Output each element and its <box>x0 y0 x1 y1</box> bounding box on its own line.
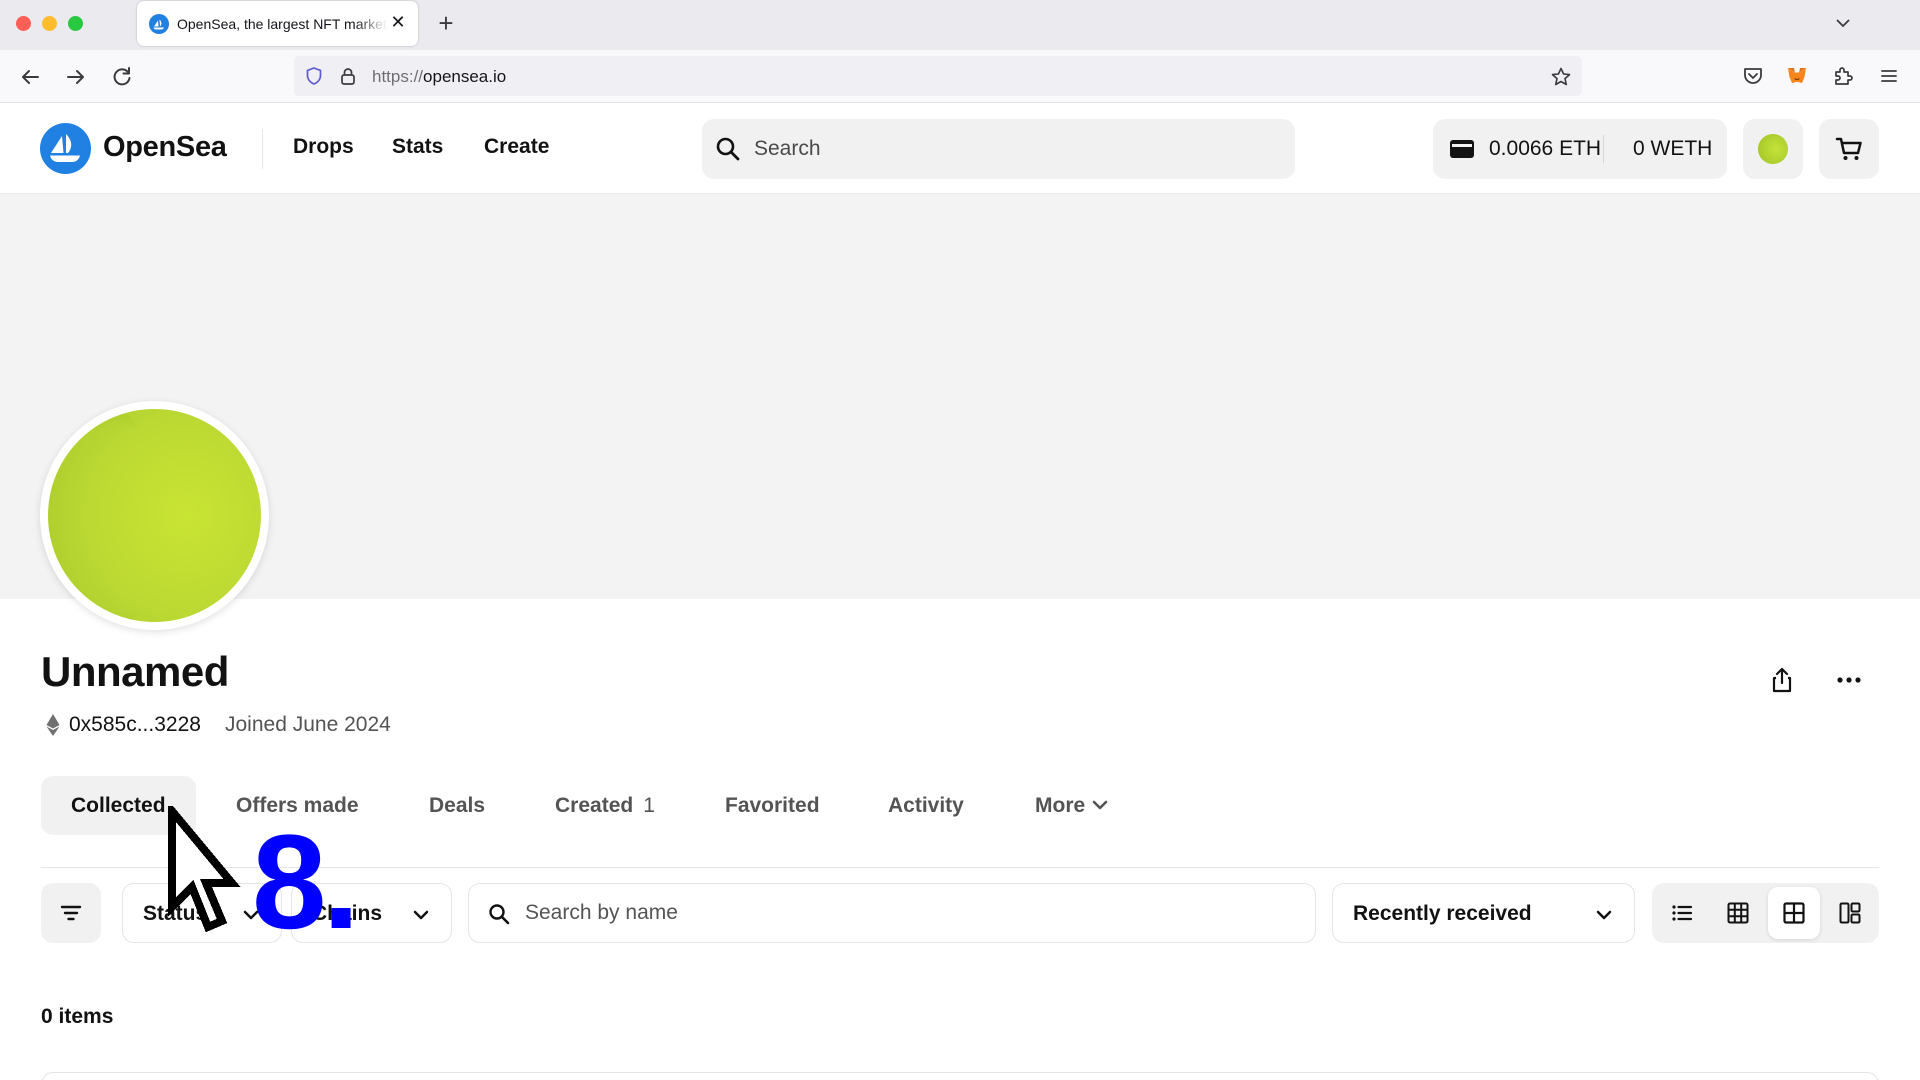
bookmark-star-icon[interactable] <box>1550 66 1572 88</box>
browser-tab-bar: OpenSea, the largest NFT marketplace ✕ + <box>0 0 1920 50</box>
tab-created[interactable]: Created 1 <box>555 776 655 835</box>
grid-view-button[interactable] <box>1768 887 1820 939</box>
profile-banner <box>0 194 1920 599</box>
dense-grid-icon <box>1727 902 1749 924</box>
browser-tab-title: OpenSea, the largest NFT marketplace <box>177 16 387 32</box>
tab-activity-label: Activity <box>888 794 964 817</box>
chevron-down-icon <box>1092 800 1108 810</box>
view-mode-toggle-group <box>1652 883 1879 943</box>
filter-icon <box>60 905 82 921</box>
dense-grid-view-button[interactable] <box>1712 887 1764 939</box>
avatar-shading <box>48 409 168 622</box>
chevron-down-icon <box>1596 910 1612 920</box>
profile-avatar-image <box>48 409 261 622</box>
url-protocol: https:// <box>372 67 424 86</box>
zoom-window-button[interactable] <box>68 16 83 31</box>
tab-favorited[interactable]: Favorited <box>725 776 820 835</box>
more-options-icon[interactable] <box>1834 666 1864 694</box>
opensea-favicon-icon <box>149 14 169 34</box>
tab-more[interactable]: More <box>1035 776 1109 835</box>
shopping-cart-icon <box>1835 137 1862 160</box>
header-search-input[interactable] <box>754 119 1274 179</box>
tab-favorited-label: Favorited <box>725 794 820 817</box>
wallet-balance-pill[interactable]: 0.0066 ETH 0 WETH <box>1433 119 1727 179</box>
back-arrow-icon[interactable] <box>16 63 44 91</box>
close-tab-icon[interactable]: ✕ <box>388 12 408 32</box>
tab-more-label: More <box>1035 794 1086 817</box>
share-icon[interactable] <box>1768 666 1796 694</box>
browser-tab-opensea[interactable]: OpenSea, the largest NFT marketplace ✕ <box>137 1 418 46</box>
close-window-button[interactable] <box>16 16 31 31</box>
header-divider <box>262 129 263 169</box>
tab-collected-label: Collected <box>71 794 166 817</box>
tracking-protection-shield-icon[interactable] <box>304 66 324 86</box>
wallet-divider <box>1603 135 1604 163</box>
opensea-header: OpenSea Drops Stats Create 0.0066 ETH 0 … <box>0 103 1920 194</box>
eth-balance: 0.0066 ETH <box>1489 137 1602 160</box>
masonry-view-button[interactable] <box>1824 887 1876 939</box>
mouse-pointer-cursor-icon <box>168 806 241 933</box>
items-count: 0 items <box>41 1005 114 1028</box>
list-view-icon <box>1672 905 1693 921</box>
search-icon <box>716 137 740 161</box>
opensea-logo-icon[interactable] <box>40 123 91 174</box>
reload-icon[interactable] <box>108 63 136 91</box>
address-bar[interactable]: https://opensea.io <box>294 56 1582 96</box>
step-number-label: 8. <box>252 808 360 957</box>
lock-icon[interactable] <box>338 66 358 86</box>
search-icon <box>489 904 510 925</box>
nav-drops-link[interactable]: Drops <box>293 135 354 159</box>
minimize-window-button[interactable] <box>42 16 57 31</box>
list-all-tabs-icon[interactable] <box>1832 12 1854 34</box>
joined-date: Joined June 2024 <box>225 713 391 736</box>
new-tab-button[interactable]: + <box>433 10 459 36</box>
masonry-grid-icon <box>1839 902 1861 924</box>
sort-dropdown[interactable]: Recently received <box>1332 883 1635 943</box>
search-by-name-input[interactable] <box>525 884 1285 942</box>
nav-stats-link[interactable]: Stats <box>392 135 443 159</box>
search-by-name-box[interactable] <box>468 883 1316 943</box>
weth-balance: 0 WETH <box>1633 137 1713 160</box>
profile-name: Unnamed <box>41 648 229 695</box>
account-avatar-button[interactable] <box>1743 119 1803 179</box>
cart-button[interactable] <box>1819 119 1879 179</box>
profile-avatar <box>40 401 269 630</box>
avatar <box>1758 134 1788 164</box>
forward-arrow-icon[interactable] <box>62 63 90 91</box>
app-menu-hamburger-icon[interactable] <box>1877 64 1901 88</box>
nav-create-link[interactable]: Create <box>484 135 549 159</box>
pocket-icon[interactable] <box>1741 64 1765 88</box>
browser-navigation-bar: https://opensea.io <box>0 50 1920 103</box>
url-host: opensea.io <box>423 67 507 86</box>
extensions-puzzle-icon[interactable] <box>1831 64 1855 88</box>
sort-dropdown-label: Recently received <box>1353 902 1532 925</box>
wallet-icon <box>1450 140 1474 158</box>
grid-icon <box>1783 902 1805 924</box>
filter-toggle-button[interactable] <box>41 883 101 943</box>
metamask-fox-icon[interactable] <box>1785 64 1809 88</box>
tab-deals[interactable]: Deals <box>429 776 485 835</box>
chevron-down-icon <box>413 910 429 920</box>
tab-activity[interactable]: Activity <box>888 776 964 835</box>
wallet-address[interactable]: 0x585c...3228 <box>69 713 201 737</box>
results-container <box>41 1072 1879 1080</box>
list-view-button[interactable] <box>1656 887 1708 939</box>
url-text[interactable]: https://opensea.io <box>372 67 506 87</box>
tab-deals-label: Deals <box>429 794 486 817</box>
ethereum-icon <box>46 714 60 736</box>
tab-created-label: Created <box>555 794 634 817</box>
header-search-box[interactable] <box>702 119 1295 179</box>
tab-created-count: 1 <box>643 794 655 817</box>
opensea-logo-text[interactable]: OpenSea <box>103 131 227 164</box>
